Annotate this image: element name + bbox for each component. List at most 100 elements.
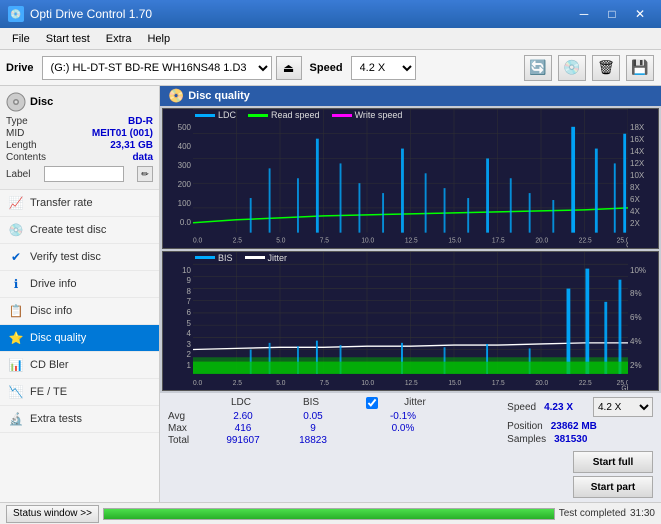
disc-info-icon: 📋	[8, 303, 24, 319]
status-window-button[interactable]: Status window >>	[6, 505, 99, 523]
chart-header-icon: 📀	[168, 88, 184, 104]
label-input[interactable]	[44, 166, 124, 182]
start-part-button[interactable]: Start part	[573, 476, 653, 498]
max-bis: 9	[278, 423, 348, 434]
bis-header: BIS	[276, 397, 346, 409]
svg-text:17.5: 17.5	[492, 377, 505, 387]
chart-panel-header: 📀 Disc quality	[160, 86, 661, 106]
disc-section-label: Disc	[30, 96, 53, 108]
jitter-header: Jitter	[380, 397, 450, 409]
mid-label: MID	[6, 128, 24, 139]
svg-text:20.0: 20.0	[535, 237, 548, 244]
sidebar-item-create-test-disc[interactable]: 💿 Create test disc	[0, 217, 159, 244]
content-area: 📀 Disc quality LDC Read speed Write spee…	[160, 86, 661, 502]
cd-bler-icon: 📊	[8, 357, 24, 373]
menu-extra[interactable]: Extra	[98, 31, 140, 47]
bottom-chart-y-right: 10% 8% 6% 4% 2%	[628, 252, 658, 391]
label-edit-button[interactable]: ✏	[137, 166, 153, 182]
create-test-disc-label: Create test disc	[30, 224, 106, 236]
contents-value: data	[132, 152, 153, 163]
create-test-disc-icon: 💿	[8, 222, 24, 238]
drive-info-icon: ℹ	[8, 276, 24, 292]
bottom-chart-main: 0.0 2.5 5.0 7.5 10.0 12.5 15.0 17.5 20.0…	[193, 252, 628, 391]
transfer-rate-label: Transfer rate	[30, 197, 93, 209]
svg-text:GB: GB	[621, 382, 628, 390]
svg-text:15.0: 15.0	[448, 237, 461, 244]
top-chart: LDC Read speed Write speed 500 400 300 2…	[162, 108, 659, 249]
chart-panel-title: Disc quality	[188, 90, 250, 102]
fe-te-label: FE / TE	[30, 386, 67, 398]
status-text: Test completed	[559, 508, 626, 519]
jitter-checkbox[interactable]	[366, 397, 378, 409]
verify-test-disc-label: Verify test disc	[30, 251, 101, 263]
eject-button[interactable]: ⏏	[276, 56, 302, 80]
menu-file[interactable]: File	[4, 31, 38, 47]
stats-area: LDC BIS Jitter Avg 2.60 0.05 -0.1% Max 4…	[160, 393, 661, 502]
svg-text:5.0: 5.0	[276, 237, 285, 244]
extra-tests-label: Extra tests	[30, 413, 82, 425]
extra-tests-icon: 🔬	[8, 411, 24, 427]
bottom-chart-legend: BIS Jitter	[191, 252, 630, 264]
sidebar-item-extra-tests[interactable]: 🔬 Extra tests	[0, 406, 159, 433]
ldc-header: LDC	[206, 397, 276, 409]
svg-text:7.5: 7.5	[320, 377, 329, 387]
type-label: Type	[6, 116, 28, 127]
bottom-chart: BIS Jitter 10 9 8 7 6 5 4 3 2 1	[162, 251, 659, 392]
top-chart-y-right: 18X 16X 14X 12X 10X 8X 6X 4X 2X	[628, 109, 658, 248]
charts-container: LDC Read speed Write speed 500 400 300 2…	[160, 106, 661, 393]
sidebar-item-disc-info[interactable]: 📋 Disc info	[0, 298, 159, 325]
sidebar-item-verify-test-disc[interactable]: ✔ Verify test disc	[0, 244, 159, 271]
drive-label: Drive	[6, 62, 34, 74]
sidebar-item-transfer-rate[interactable]: 📈 Transfer rate	[0, 190, 159, 217]
erase-button[interactable]: 🗑	[592, 55, 620, 81]
burn-button[interactable]: 💿	[558, 55, 586, 81]
menu-starttest[interactable]: Start test	[38, 31, 98, 47]
minimize-button[interactable]: ─	[571, 3, 597, 25]
svg-text:10.0: 10.0	[361, 377, 374, 387]
top-chart-y-left: 500 400 300 200 100 0.0	[163, 109, 193, 248]
total-bis: 18823	[278, 435, 348, 446]
close-button[interactable]: ✕	[627, 3, 653, 25]
max-ldc: 416	[208, 423, 278, 434]
samples-value: 381530	[554, 434, 587, 445]
avg-jitter: -0.1%	[368, 411, 438, 422]
length-value: 23,31 GB	[110, 140, 153, 151]
status-time: 31:30	[630, 508, 655, 519]
avg-bis: 0.05	[278, 411, 348, 422]
avg-label: Avg	[168, 411, 208, 422]
disc-quality-icon: ⭐	[8, 330, 24, 346]
save-button[interactable]: 💾	[626, 55, 654, 81]
maximize-button[interactable]: □	[599, 3, 625, 25]
stats-speed-select[interactable]: 4.2 X	[593, 397, 653, 417]
status-bar: Status window >> Test completed 31:30	[0, 502, 661, 524]
sidebar-item-drive-info[interactable]: ℹ Drive info	[0, 271, 159, 298]
cd-bler-label: CD Bler	[30, 359, 69, 371]
fe-te-icon: 📉	[8, 384, 24, 400]
refresh-button[interactable]: 🔄	[524, 55, 552, 81]
app-icon: 💿	[8, 6, 24, 22]
progress-bar-fill	[104, 509, 554, 519]
svg-text:2.5: 2.5	[233, 237, 242, 244]
sidebar-item-fe-te[interactable]: 📉 FE / TE	[0, 379, 159, 406]
speed-display-label: Speed	[507, 402, 536, 413]
svg-text:22.5: 22.5	[579, 377, 592, 387]
max-label: Max	[168, 423, 208, 434]
drive-select[interactable]: (G:) HL-DT-ST BD-RE WH16NS48 1.D3	[42, 56, 272, 80]
start-full-button[interactable]: Start full	[573, 451, 653, 473]
nav-menu: 📈 Transfer rate 💿 Create test disc ✔ Ver…	[0, 190, 159, 502]
speed-select[interactable]: 4.2 X	[351, 56, 416, 80]
disc-panel: Disc Type BD-R MID MEIT01 (001) Length 2…	[0, 86, 159, 190]
total-label: Total	[168, 435, 208, 446]
sidebar-item-disc-quality[interactable]: ⭐ Disc quality	[0, 325, 159, 352]
svg-text:12.5: 12.5	[405, 377, 418, 387]
menu-help[interactable]: Help	[139, 31, 178, 47]
top-chart-main: 0.0 2.5 5.0 7.5 10.0 12.5 15.0 17.5 20.0…	[193, 109, 628, 248]
avg-ldc: 2.60	[208, 411, 278, 422]
toolbar: Drive (G:) HL-DT-ST BD-RE WH16NS48 1.D3 …	[0, 50, 661, 86]
top-chart-legend: LDC Read speed Write speed	[191, 109, 630, 121]
length-label: Length	[6, 140, 37, 151]
stats-right-panel: Speed 4.23 X 4.2 X Position 23862 MB Sam…	[483, 397, 653, 498]
sidebar-item-cd-bler[interactable]: 📊 CD Bler	[0, 352, 159, 379]
label-label: Label	[6, 169, 30, 180]
type-value: BD-R	[128, 116, 153, 127]
